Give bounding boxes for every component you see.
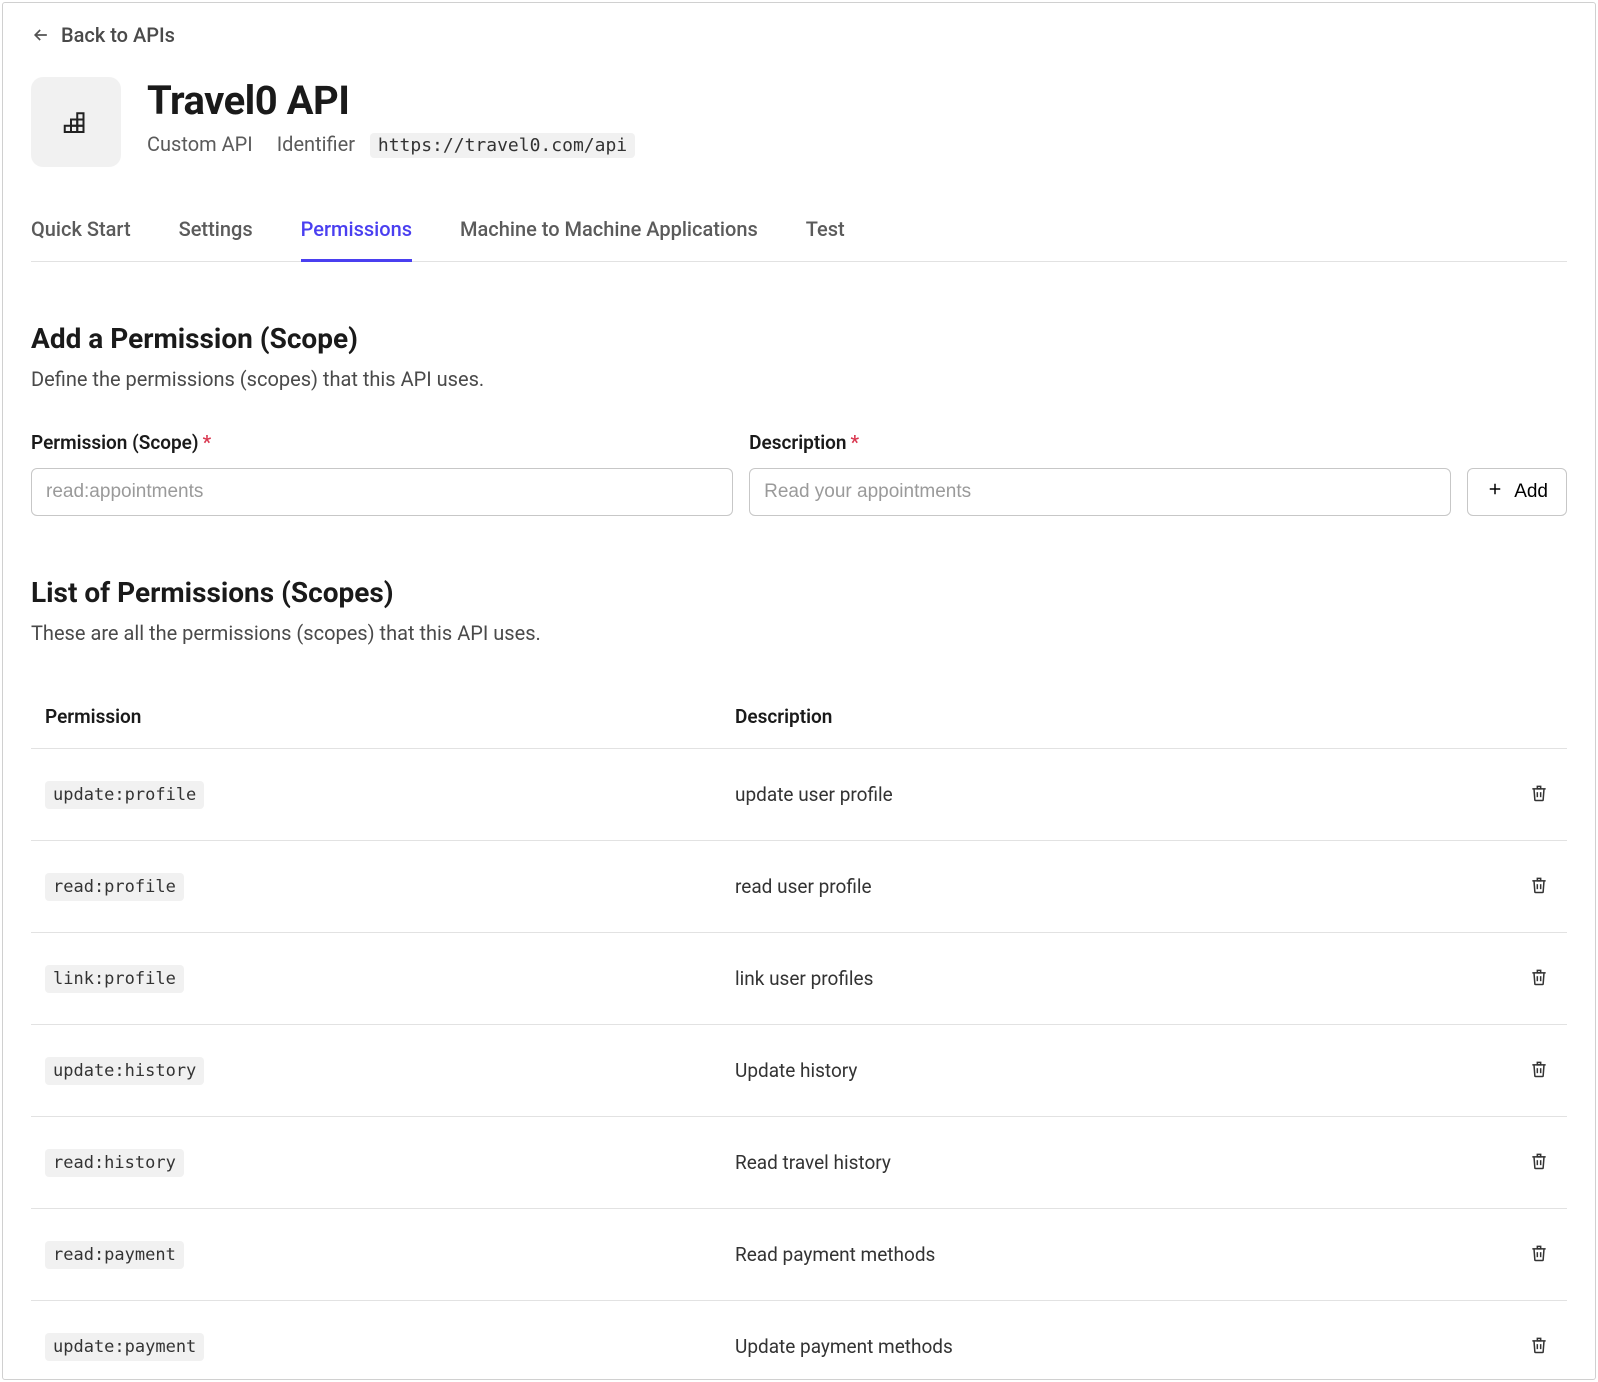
trash-icon — [1529, 1159, 1549, 1174]
table-row: update:history Update history — [31, 1025, 1567, 1117]
description-input[interactable] — [749, 468, 1451, 516]
trash-icon — [1529, 1251, 1549, 1266]
back-link[interactable]: Back to APIs — [31, 23, 1567, 47]
table-header: Permission Description — [31, 685, 1567, 749]
delete-button[interactable] — [1525, 871, 1553, 902]
table-row: update:profile update user profile — [31, 749, 1567, 841]
table-row: read:payment Read payment methods — [31, 1209, 1567, 1301]
list-permissions-title: List of Permissions (Scopes) — [31, 576, 1567, 609]
delete-button[interactable] — [1525, 779, 1553, 810]
trash-icon — [1529, 1343, 1549, 1358]
identifier-label: Identifier — [277, 132, 355, 156]
table-row: read:profile read user profile — [31, 841, 1567, 933]
back-label: Back to APIs — [61, 23, 175, 47]
add-button-label: Add — [1514, 481, 1548, 503]
delete-button[interactable] — [1525, 1239, 1553, 1270]
trash-icon — [1529, 975, 1549, 990]
permission-scope-input[interactable] — [31, 468, 733, 516]
arrow-left-icon — [31, 25, 51, 45]
tab-machine-to-machine-applications[interactable]: Machine to Machine Applications — [460, 217, 758, 261]
delete-button[interactable] — [1525, 1055, 1553, 1086]
delete-button[interactable] — [1525, 1147, 1553, 1178]
add-permission-title: Add a Permission (Scope) — [31, 322, 1567, 355]
delete-button[interactable] — [1525, 1331, 1553, 1362]
permission-description-value: link user profiles — [735, 967, 873, 990]
api-type-icon — [31, 77, 121, 167]
permission-scope-value: link:profile — [45, 965, 184, 993]
tab-test[interactable]: Test — [806, 217, 845, 261]
col-description-header: Description — [735, 705, 1503, 728]
permission-scope-value: update:history — [45, 1057, 204, 1085]
tab-quick-start[interactable]: Quick Start — [31, 217, 131, 261]
col-permission-header: Permission — [45, 705, 735, 728]
permission-scope-value: read:history — [45, 1149, 184, 1177]
permission-description-value: update user profile — [735, 783, 893, 806]
tab-permissions[interactable]: Permissions — [301, 217, 412, 262]
tab-settings[interactable]: Settings — [179, 217, 253, 261]
plus-icon — [1486, 480, 1504, 504]
permission-description-value: Read payment methods — [735, 1243, 935, 1266]
permission-description-value: Read travel history — [735, 1151, 891, 1174]
list-permissions-desc: These are all the permissions (scopes) t… — [31, 621, 1567, 645]
permission-scope-value: read:profile — [45, 873, 184, 901]
identifier-value: https://travel0.com/api — [370, 133, 635, 158]
description-label: Description* — [749, 431, 1451, 454]
table-row: link:profile link user profiles — [31, 933, 1567, 1025]
table-row: update:payment Update payment methods — [31, 1301, 1567, 1380]
delete-button[interactable] — [1525, 963, 1553, 994]
add-button[interactable]: Add — [1467, 468, 1567, 516]
table-row: read:history Read travel history — [31, 1117, 1567, 1209]
trash-icon — [1529, 791, 1549, 806]
tabs: Quick Start Settings Permissions Machine to… — [31, 217, 1567, 262]
trash-icon — [1529, 883, 1549, 898]
permission-description-value: Update payment methods — [735, 1335, 953, 1358]
permission-description-value: read user profile — [735, 875, 872, 898]
add-permission-desc: Define the permissions (scopes) that thi… — [31, 367, 1567, 391]
page-title: Travel0 API — [147, 77, 635, 124]
permission-scope-value: update:profile — [45, 781, 204, 809]
permission-description-value: Update history — [735, 1059, 857, 1082]
permission-scope-value: read:payment — [45, 1241, 184, 1269]
permission-scope-value: update:payment — [45, 1333, 204, 1361]
permission-scope-label: Permission (Scope)* — [31, 431, 733, 454]
api-type-label: Custom API — [147, 132, 253, 156]
trash-icon — [1529, 1067, 1549, 1082]
